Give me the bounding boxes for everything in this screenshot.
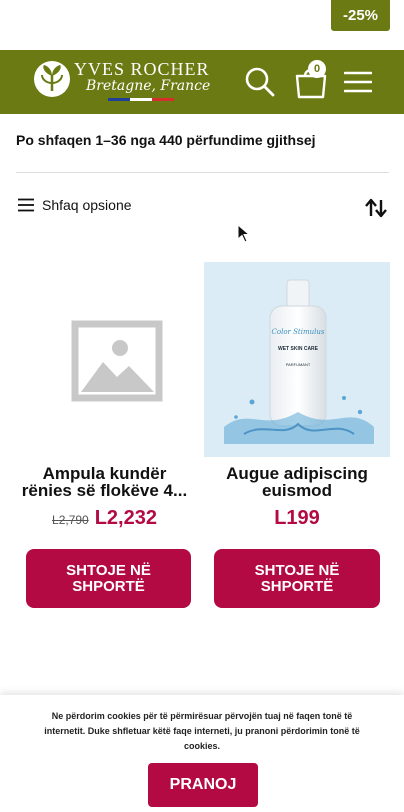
cookie-message: Ne përdorim cookies për të përmirësuar p… [44, 711, 360, 751]
discount-badge: -25% [331, 0, 390, 31]
bottle-scent-text: PARFUMANT [286, 362, 311, 367]
product-card[interactable]: Color Stimulus WET SKIN CARE PARFUMANT A… [204, 262, 390, 530]
search-button[interactable] [244, 66, 276, 98]
old-price: L2,790 [52, 513, 89, 527]
hamburger-menu-icon [343, 71, 373, 93]
shampoo-bottle-photo: Color Stimulus WET SKIN CARE PARFUMANT [224, 279, 374, 444]
cart-button[interactable]: 0 [293, 60, 329, 100]
placeholder-image-icon [71, 320, 163, 402]
sort-button[interactable] [364, 198, 388, 218]
price-row: L199 [204, 507, 390, 530]
brand-subtitle: Bretagne, France [86, 78, 211, 94]
add-to-cart-button[interactable]: SHTOJE NË SHPORTË [214, 549, 380, 608]
sort-arrows-icon [365, 198, 387, 218]
cookie-banner: Ne përdorim cookies për të përmirësuar p… [0, 695, 404, 812]
divider [16, 172, 389, 173]
add-to-cart-button[interactable]: SHTOJE NË SHPORTË [26, 549, 191, 608]
bottle-product-text: WET SKIN CARE [278, 346, 319, 352]
cart-count-badge: 0 [308, 60, 326, 78]
result-count: Po shfaqen 1–36 nga 440 përfundime gjith… [16, 132, 316, 148]
list-options-icon [18, 198, 34, 212]
product-card[interactable]: Ampula kundër rënies së flokëve 4... L2,… [17, 262, 192, 530]
brand-logo[interactable]: YVES ROCHER Bretagne, France [34, 58, 214, 106]
bottle-brand-text: Color Stimulus [272, 328, 325, 336]
sale-price: L2,232 [94, 507, 157, 529]
brand-name: YVES ROCHER [74, 59, 210, 79]
product-image[interactable] [17, 262, 192, 457]
leaf-logo-icon [34, 61, 70, 97]
accept-cookies-button[interactable]: PRANOJ [148, 763, 258, 807]
sale-price: L199 [274, 507, 320, 529]
show-options-label: Shfaq opsione [42, 197, 132, 213]
product-image[interactable]: Color Stimulus WET SKIN CARE PARFUMANT [204, 262, 390, 457]
product-name[interactable]: Ampula kundër rënies së flokëve 4... [17, 465, 192, 499]
menu-button[interactable] [343, 70, 373, 94]
french-flag-stripe [108, 98, 174, 101]
product-name[interactable]: Augue adipiscing euismod [204, 465, 390, 499]
search-icon [245, 67, 275, 97]
mouse-cursor-icon [237, 223, 251, 244]
price-row: L2,790 L2,232 [17, 507, 192, 530]
show-options-button[interactable]: Shfaq opsione [18, 197, 132, 213]
site-header: YVES ROCHER Bretagne, France 0 [0, 50, 404, 114]
